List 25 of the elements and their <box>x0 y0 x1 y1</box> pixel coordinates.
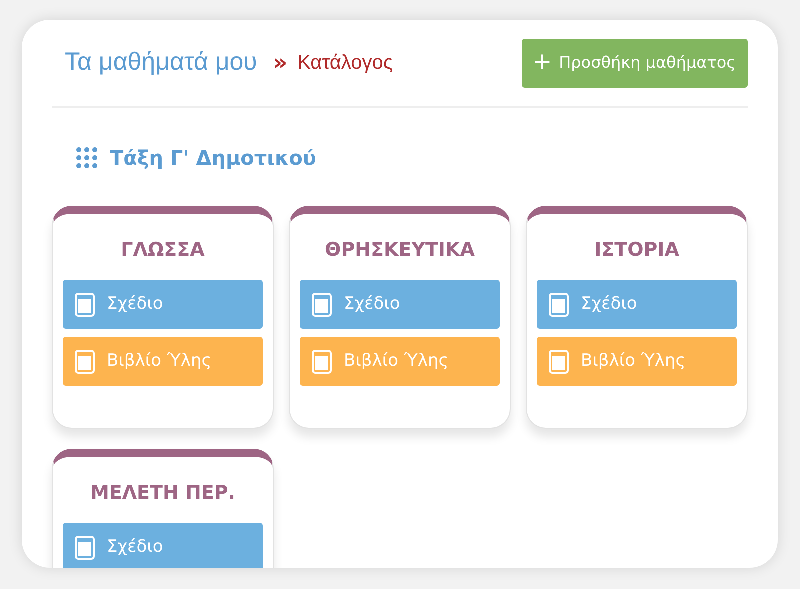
book-link[interactable]: Βιβλίο Ύλης <box>300 337 500 386</box>
plan-link[interactable]: Σχέδιο <box>537 280 737 329</box>
book-link[interactable]: Βιβλίο Ύλης <box>537 337 737 386</box>
course-title: ΙΣΤΟΡΙΑ <box>594 238 680 263</box>
window-icon <box>549 292 569 316</box>
plus-icon: + <box>534 48 552 78</box>
add-course-button[interactable]: + Προσθήκη μαθήματος <box>522 38 748 88</box>
window-icon <box>312 292 332 316</box>
plan-link[interactable]: Σχέδιο <box>300 280 500 329</box>
breadcrumb-separator: » <box>273 50 288 78</box>
window-icon <box>312 350 332 374</box>
window-icon <box>75 536 95 560</box>
course-title: ΘΡΗΣΚΕΥΤΙΚΑ <box>324 238 476 263</box>
course-title: ΜΕΛΕΤΗ ΠΕΡ. <box>89 481 237 506</box>
page-title: Τα μαθήματά μου <box>64 47 258 78</box>
course-title: ΓΛΩΣΣΑ <box>120 238 206 263</box>
window-icon <box>75 292 95 316</box>
plan-link[interactable]: Σχέδιο <box>63 523 263 568</box>
window-icon <box>549 350 569 374</box>
plan-link[interactable]: Σχέδιο <box>63 280 263 329</box>
section-title: Τάξη Γ' Δημοτικού <box>110 145 316 172</box>
breadcrumb-link[interactable]: Κατάλογος <box>298 48 393 78</box>
window-icon <box>75 350 95 374</box>
grid-icon <box>76 147 98 169</box>
book-link[interactable]: Βιβλίο Ύλης <box>63 337 263 386</box>
